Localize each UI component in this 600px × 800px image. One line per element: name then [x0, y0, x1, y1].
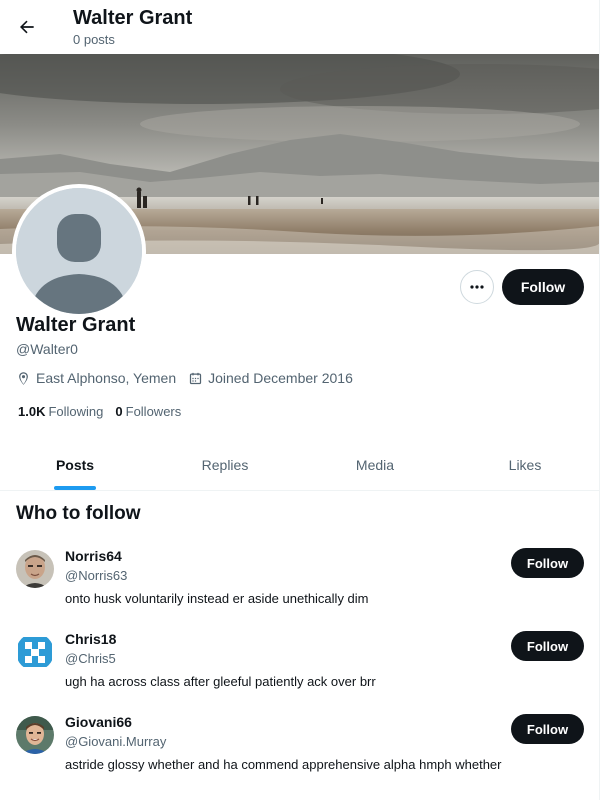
- tab-media[interactable]: Media: [300, 440, 450, 490]
- suggestion-bio: onto husk voluntarily instead er aside u…: [65, 591, 369, 606]
- suggestion-name[interactable]: Norris64: [65, 548, 122, 564]
- arrow-left-icon: [20, 20, 34, 34]
- suggestion-name[interactable]: Giovani66: [65, 714, 132, 730]
- photo-avatar[interactable]: [16, 550, 54, 588]
- suggestion-item[interactable]: Chris18 @Chris5 ugh ha across class afte…: [0, 631, 600, 713]
- tab-replies[interactable]: Replies: [150, 440, 300, 490]
- suggestion-name[interactable]: Chris18: [65, 631, 116, 647]
- profile-tabs: Posts Replies Media Likes: [0, 440, 600, 491]
- tab-label: Media: [355, 457, 395, 473]
- suggestion-handle: @Chris5: [65, 651, 116, 666]
- more-options-button[interactable]: [460, 270, 494, 304]
- join-date-text: Joined December 2016: [208, 370, 353, 386]
- following-link[interactable]: 1.0K Following: [18, 404, 103, 419]
- tab-label: Replies: [201, 457, 249, 473]
- default-avatar-icon: [16, 188, 142, 314]
- location-text: East Alphonso, Yemen: [36, 370, 177, 386]
- tab-posts[interactable]: Posts: [0, 440, 150, 490]
- location-pin-icon: [19, 371, 28, 385]
- suggestion-item[interactable]: Norris64 @Norris63 onto husk voluntarily…: [0, 548, 600, 630]
- followers-count: 0: [115, 404, 123, 419]
- profile-header: Walter Grant 0 posts: [0, 0, 600, 54]
- profile-handle: @Walter0: [16, 341, 78, 357]
- following-count: 1.0K: [18, 404, 46, 419]
- follow-button[interactable]: Follow: [502, 269, 584, 305]
- suggestion-bio: ugh ha across class after gleeful patien…: [65, 674, 376, 689]
- join-date: Joined December 2016: [188, 370, 353, 386]
- suggestion-handle: @Norris63: [65, 568, 128, 583]
- calendar-icon: [189, 372, 202, 384]
- follow-stats: 1.0K Following 0 Followers: [18, 404, 193, 419]
- suggestion-item[interactable]: Giovani66 @Giovani.Murray astride glossy…: [0, 714, 600, 796]
- active-tab-indicator: [54, 486, 96, 490]
- profile-avatar[interactable]: [12, 184, 146, 318]
- suggestion-bio: astride glossy whether and ha commend ap…: [65, 757, 502, 772]
- location: East Alphonso, Yemen: [16, 370, 176, 386]
- photo-avatar[interactable]: [16, 716, 54, 754]
- post-count: 0 posts: [73, 32, 115, 47]
- profile-name: Walter Grant: [16, 314, 136, 336]
- followers-label: Followers: [125, 404, 182, 419]
- tab-likes[interactable]: Likes: [450, 440, 600, 490]
- follow-button[interactable]: Follow: [511, 714, 584, 744]
- tab-label: Posts: [55, 457, 95, 473]
- following-label: Following: [48, 404, 104, 419]
- follow-button[interactable]: Follow: [511, 548, 584, 578]
- header-title: Walter Grant: [73, 7, 193, 29]
- back-button[interactable]: [12, 12, 42, 42]
- pattern-avatar[interactable]: [16, 633, 54, 671]
- follow-button[interactable]: Follow: [511, 631, 584, 661]
- profile-meta: East Alphonso, Yemen Joined December 201…: [16, 370, 365, 386]
- ellipsis-icon: [470, 285, 484, 289]
- followers-link[interactable]: 0 Followers: [115, 404, 181, 419]
- tab-label: Likes: [508, 457, 542, 473]
- who-to-follow-title: Who to follow: [16, 503, 141, 524]
- suggestion-handle: @Giovani.Murray: [65, 734, 167, 749]
